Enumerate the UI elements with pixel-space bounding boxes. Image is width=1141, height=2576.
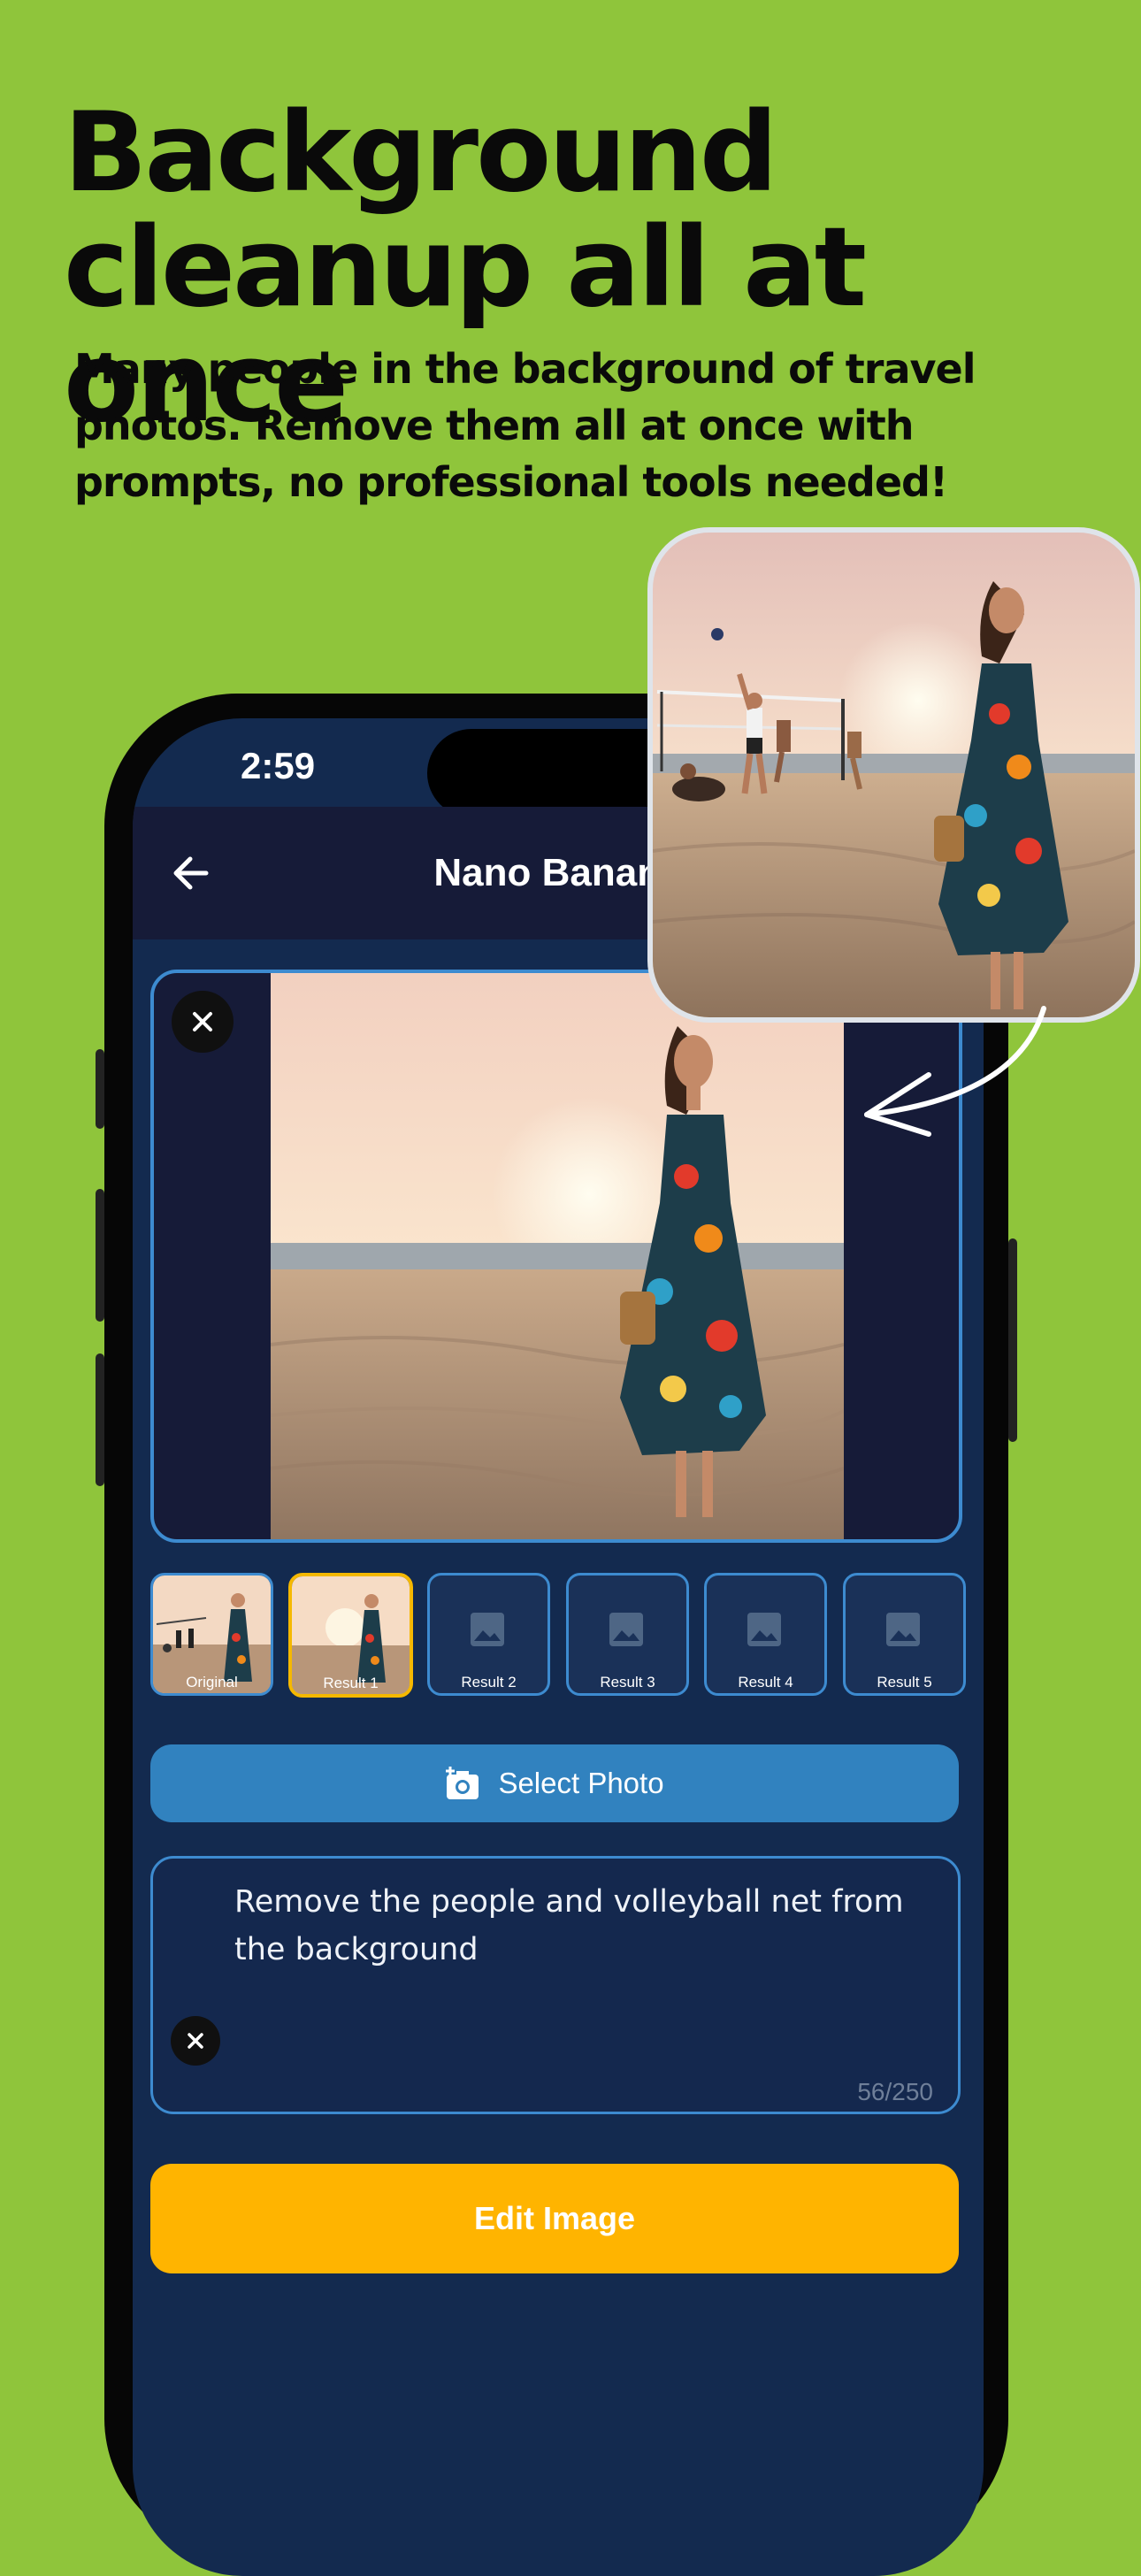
thumbnail-original[interactable]: Original — [150, 1573, 273, 1696]
subheadline-line-1: Many people in the background of travel — [74, 345, 976, 393]
thumbnail-label: Original — [186, 1674, 238, 1690]
select-photo-button[interactable]: Select Photo — [150, 1744, 959, 1822]
image-placeholder-icon — [609, 1613, 643, 1646]
headline-line-1: Background — [64, 89, 778, 217]
preview-image — [271, 973, 844, 1539]
phone-volume-down-button — [96, 1353, 104, 1486]
close-icon — [193, 1012, 212, 1031]
thumbnail-result-2[interactable]: Result 2 — [427, 1573, 550, 1696]
original-photo-callout — [647, 527, 1140, 1023]
curved-arrow-icon — [864, 1006, 1046, 1137]
image-placeholder-icon — [747, 1613, 781, 1646]
back-button[interactable] — [150, 833, 230, 913]
thumbnail-label: Result 3 — [600, 1674, 655, 1690]
subheadline: Many people in the background of travel … — [74, 341, 1047, 510]
thumbnail-strip: Original Result 1 Result 2 Result 3 Resu… — [150, 1573, 966, 1698]
close-icon — [188, 2033, 203, 2049]
original-photo-image — [653, 533, 1135, 1017]
edit-image-label: Edit Image — [473, 2200, 636, 2236]
subheadline-line-3: prompts, no professional tools needed! — [74, 458, 948, 506]
thumbnail-result-3[interactable]: Result 3 — [566, 1573, 689, 1696]
character-counter: 56/250 — [857, 2078, 933, 2105]
thumbnail-result-5[interactable]: Result 5 — [843, 1573, 966, 1696]
prompt-field[interactable]: Remove the people and volleyball net fro… — [150, 1856, 961, 2114]
thumbnail-result-1[interactable]: Result 1 — [288, 1573, 413, 1698]
thumbnail-label: Result 5 — [877, 1674, 932, 1690]
add-photo-camera-icon — [446, 1767, 479, 1799]
image-placeholder-icon — [886, 1613, 920, 1646]
phone-volume-up-button — [96, 1189, 104, 1322]
subheadline-line-2: photos. Remove them all at once with — [74, 402, 914, 449]
clear-prompt-button[interactable] — [171, 2016, 220, 2066]
edit-image-button[interactable]: Edit Image — [150, 2164, 959, 2273]
thumbnail-label: Result 1 — [323, 1675, 379, 1691]
arrow-left-icon — [173, 856, 209, 890]
image-placeholder-icon — [471, 1613, 504, 1646]
thumbnail-label: Result 4 — [738, 1674, 793, 1690]
phone-power-button — [1008, 1238, 1017, 1442]
select-photo-label: Select Photo — [498, 1767, 664, 1799]
phone-side-button — [96, 1049, 104, 1129]
thumbnail-result-4[interactable]: Result 4 — [704, 1573, 827, 1696]
thumbnail-label: Result 2 — [461, 1674, 517, 1690]
remove-image-button[interactable] — [172, 991, 234, 1053]
status-time: 2:59 — [241, 745, 316, 786]
prompt-text[interactable]: Remove the people and volleyball net fro… — [234, 1878, 933, 1974]
image-preview — [150, 970, 962, 1543]
